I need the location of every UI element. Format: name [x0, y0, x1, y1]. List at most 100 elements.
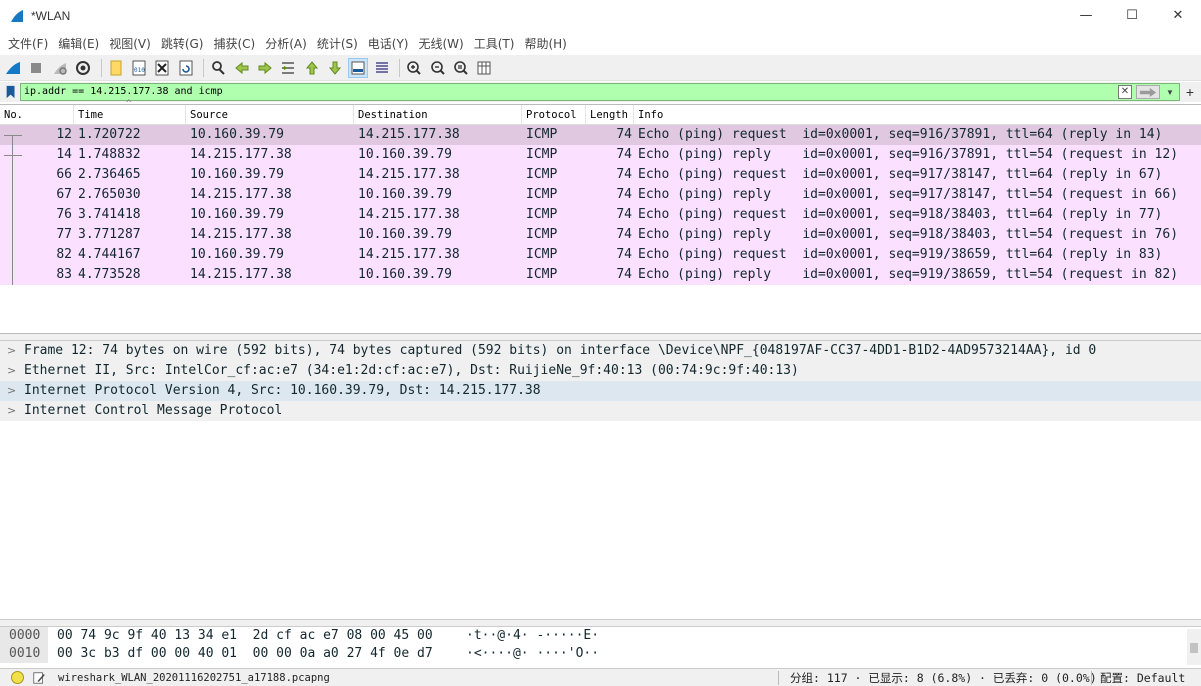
- column-header-destination[interactable]: Destination: [354, 105, 522, 125]
- packet-row[interactable]: 66 2.736465 10.160.39.79 14.215.177.38 ICMP 7…: [0, 165, 1201, 185]
- column-header-no[interactable]: No.: [0, 105, 74, 125]
- packet-length: 74: [616, 247, 632, 262]
- close-file-button[interactable]: [152, 58, 172, 78]
- menu-tools[interactable]: 工具(T): [469, 35, 520, 52]
- packet-row[interactable]: 12 1.720722 10.160.39.79 14.215.177.38 ICMP 7…: [0, 125, 1201, 145]
- autoscroll-toggle[interactable]: [348, 57, 369, 78]
- apply-filter-button[interactable]: [1136, 85, 1160, 99]
- zoom-reset-icon: [454, 60, 468, 75]
- chevron-right-icon[interactable]: >: [7, 401, 16, 421]
- menu-file[interactable]: 文件(F): [3, 35, 53, 52]
- menu-help[interactable]: 帮助(H): [519, 35, 571, 52]
- maximize-button[interactable]: ☐: [1109, 0, 1155, 30]
- menu-analyze[interactable]: 分析(A): [260, 35, 312, 52]
- colorize-toggle[interactable]: [372, 58, 392, 78]
- related-packet-line: [12, 135, 13, 285]
- colorize-lines-icon: [375, 61, 388, 73]
- packet-row[interactable]: 14 1.748832 14.215.177.38 10.160.39.79 ICMP 7…: [0, 145, 1201, 165]
- packet-time: 2.736465: [78, 167, 141, 182]
- reload-file-button[interactable]: [176, 58, 196, 78]
- packet-length: 74: [616, 127, 632, 142]
- tree-item-ethernet[interactable]: > Ethernet II, Src: IntelCor_cf:ac:e7 (3…: [0, 361, 1201, 381]
- go-back-button[interactable]: [232, 58, 252, 78]
- find-packet-button[interactable]: [208, 58, 228, 78]
- menu-edit[interactable]: 编辑(E): [53, 35, 104, 52]
- scrollbar-thumb[interactable]: [1190, 643, 1198, 653]
- wireshark-fin-icon: [11, 10, 23, 22]
- zoom-reset-button[interactable]: [451, 58, 471, 78]
- tree-item-label: Internet Protocol Version 4, Src: 10.160…: [24, 383, 541, 398]
- filter-bookmark-button[interactable]: [2, 83, 20, 101]
- tree-item-icmp[interactable]: > Internet Control Message Protocol: [0, 401, 1201, 421]
- display-filter-input[interactable]: ip.addr == 14.215.177.38 and icmp: [20, 83, 1180, 101]
- resize-columns-button[interactable]: [474, 58, 494, 78]
- hex-row[interactable]: 0000 00 74 9c 9f 40 13 34 e1 2d cf ac e7…: [0, 627, 1201, 645]
- column-header-source[interactable]: Source: [186, 105, 354, 125]
- packet-row[interactable]: 77 3.771287 14.215.177.38 10.160.39.79 ICMP 7…: [0, 225, 1201, 245]
- packet-destination: 14.215.177.38: [358, 207, 460, 222]
- menu-wireless[interactable]: 无线(W): [414, 35, 469, 52]
- hex-offset: 0010: [0, 645, 48, 663]
- menu-telephony[interactable]: 电话(Y): [363, 35, 414, 52]
- gear-icon: [76, 60, 91, 75]
- packet-destination: 14.215.177.38: [358, 247, 460, 262]
- start-capture-button[interactable]: [3, 58, 23, 78]
- menu-go[interactable]: 跳转(G): [156, 35, 209, 52]
- menu-view[interactable]: 视图(V): [104, 35, 156, 52]
- hex-row[interactable]: 0010 00 3c b3 df 00 00 40 01 00 00 0a a0…: [0, 645, 1201, 663]
- restart-capture-button[interactable]: [50, 58, 70, 78]
- packet-row[interactable]: 67 2.765030 14.215.177.38 10.160.39.79 ICMP 7…: [0, 185, 1201, 205]
- save-file-button[interactable]: 010: [129, 58, 149, 78]
- title-bar: *WLAN — ☐ ✕: [0, 0, 1201, 32]
- first-packet-button[interactable]: [302, 58, 322, 78]
- zoom-in-icon: [407, 60, 421, 75]
- packet-row[interactable]: 83 4.773528 14.215.177.38 10.160.39.79 ICMP 7…: [0, 265, 1201, 285]
- zoom-in-button[interactable]: [404, 58, 424, 78]
- shark-fin-icon: [6, 61, 20, 74]
- go-forward-button[interactable]: [255, 58, 275, 78]
- expert-info-indicator-icon[interactable]: [11, 671, 24, 684]
- sort-ascending-icon: ^: [126, 99, 132, 109]
- column-header-length[interactable]: Length: [586, 105, 634, 125]
- capture-comment-icon[interactable]: [32, 671, 46, 685]
- open-file-button[interactable]: [106, 58, 126, 78]
- hex-ascii[interactable]: ·<····@· ····'O··: [466, 645, 599, 663]
- chevron-right-icon[interactable]: >: [7, 381, 16, 401]
- column-header-protocol[interactable]: Protocol: [522, 105, 586, 125]
- toolbar-separator: [399, 58, 401, 77]
- tree-item-frame[interactable]: > Frame 12: 74 bytes on wire (592 bits),…: [0, 341, 1201, 361]
- packet-length: 74: [616, 207, 632, 222]
- hex-ascii[interactable]: ·t··@·4· -·····E·: [466, 627, 599, 645]
- menu-capture[interactable]: 捕获(C): [208, 35, 260, 52]
- bytes-scrollbar[interactable]: [1187, 629, 1201, 665]
- menu-statistics[interactable]: 统计(S): [312, 35, 363, 52]
- packet-protocol: ICMP: [526, 267, 558, 282]
- packet-info: Echo (ping) reply id=0x0001, seq=917/381…: [638, 187, 1179, 202]
- packet-no: 66: [56, 167, 72, 182]
- chevron-right-icon[interactable]: >: [7, 361, 16, 381]
- stop-capture-button[interactable]: [26, 58, 46, 78]
- column-header-time-label: Time: [78, 109, 104, 121]
- minimize-button[interactable]: —: [1063, 0, 1109, 30]
- packet-source: 10.160.39.79: [190, 167, 284, 182]
- filter-history-dropdown[interactable]: ▼: [1163, 85, 1177, 99]
- profile-selector[interactable]: 配置: Default: [1100, 670, 1185, 686]
- packet-length: 74: [616, 147, 632, 162]
- packet-info: Echo (ping) reply id=0x0001, seq=919/386…: [638, 267, 1179, 282]
- column-header-info[interactable]: Info: [634, 105, 1201, 125]
- capture-options-button[interactable]: [73, 58, 93, 78]
- svg-text:010: 010: [134, 67, 145, 74]
- go-to-packet-button[interactable]: [278, 58, 298, 78]
- clear-filter-button[interactable]: ✕: [1118, 85, 1132, 99]
- add-filter-button[interactable]: +: [1182, 83, 1198, 101]
- tree-item-ipv4[interactable]: > Internet Protocol Version 4, Src: 10.1…: [0, 381, 1201, 401]
- hex-data[interactable]: 00 3c b3 df 00 00 40 01 00 00 0a a0 27 4…: [57, 645, 433, 663]
- close-button[interactable]: ✕: [1155, 0, 1201, 30]
- last-packet-button[interactable]: [325, 58, 345, 78]
- packet-info: Echo (ping) request id=0x0001, seq=916/3…: [638, 127, 1163, 142]
- packet-row[interactable]: 82 4.744167 10.160.39.79 14.215.177.38 ICMP 7…: [0, 245, 1201, 265]
- zoom-out-button[interactable]: [428, 58, 448, 78]
- packet-row[interactable]: 76 3.741418 10.160.39.79 14.215.177.38 ICMP 7…: [0, 205, 1201, 225]
- hex-data[interactable]: 00 74 9c 9f 40 13 34 e1 2d cf ac e7 08 0…: [57, 627, 433, 645]
- chevron-right-icon[interactable]: >: [7, 341, 16, 361]
